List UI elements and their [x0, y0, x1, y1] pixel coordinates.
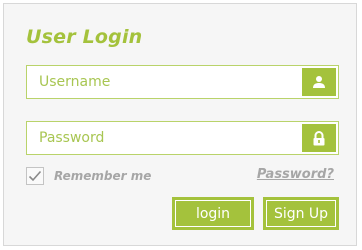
user-icon: [302, 68, 336, 96]
checkmark-icon: [28, 167, 42, 186]
password-input[interactable]: [27, 122, 301, 154]
remember-label: Remember me: [54, 169, 152, 183]
signup-button[interactable]: Sign Up: [263, 197, 339, 230]
username-input[interactable]: [27, 66, 301, 98]
login-title: User Login: [26, 26, 143, 48]
remember-me[interactable]: Remember me: [26, 167, 151, 185]
forgot-password-link[interactable]: Password?: [257, 167, 334, 182]
login-panel: User Login Remember me: [3, 3, 357, 246]
remember-checkbox[interactable]: [26, 167, 44, 185]
login-button[interactable]: login: [172, 197, 254, 230]
lock-icon: [302, 124, 336, 152]
password-field[interactable]: [26, 121, 339, 155]
username-field[interactable]: [26, 65, 339, 99]
